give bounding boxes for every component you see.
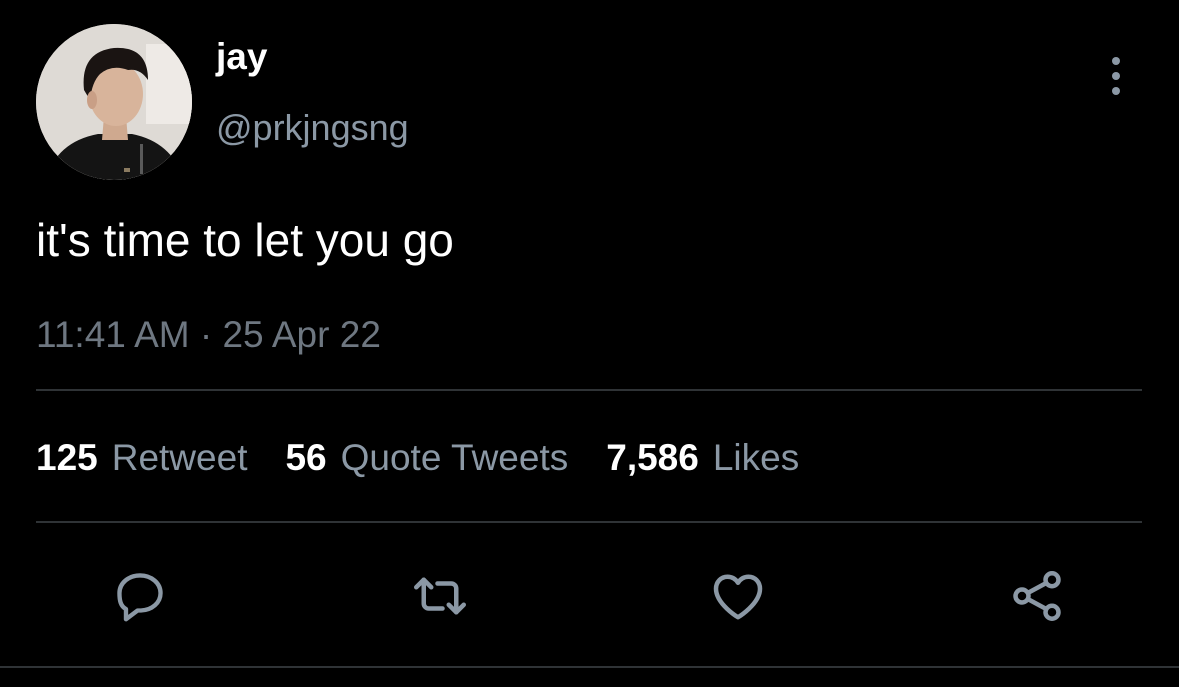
tweet-actions: [0, 566, 1179, 626]
divider: [0, 666, 1179, 668]
share-button[interactable]: [1007, 566, 1067, 626]
tweet-detail: jay @prkjngsng it's time to let you go 1…: [0, 0, 1179, 687]
stat-label: Quote Tweets: [340, 437, 569, 478]
tweet-stats: 125 Retweet 56 Quote Tweets 7,586 Likes: [36, 437, 837, 479]
divider: [36, 389, 1142, 391]
retweet-icon: [414, 577, 466, 615]
stat-count: 125: [36, 437, 98, 478]
more-vertical-icon-dot: [1112, 87, 1120, 95]
tweet-text: it's time to let you go: [36, 214, 454, 266]
avatar[interactable]: [36, 24, 192, 180]
stat-count: 7,586: [606, 437, 699, 478]
tweet-date: 25 Apr 22: [222, 314, 381, 355]
tweet-timestamp[interactable]: 11:41 AM · 25 Apr 22: [36, 314, 381, 356]
retweet-button[interactable]: [410, 566, 470, 626]
reply-icon: [117, 573, 163, 622]
meta-separator: ·: [189, 314, 223, 355]
stat-label: Likes: [712, 437, 800, 478]
stat-label: Retweet: [111, 437, 248, 478]
more-vertical-icon: [1112, 57, 1120, 65]
like-button[interactable]: [708, 566, 768, 626]
more-vertical-icon-dot: [1112, 72, 1120, 80]
heart-icon: [713, 574, 763, 620]
reply-button[interactable]: [110, 566, 170, 626]
author-handle[interactable]: @prkjngsng: [216, 110, 409, 146]
likes-count[interactable]: 7,586 Likes: [606, 437, 800, 479]
share-icon: [1013, 571, 1061, 621]
author-display-name[interactable]: jay: [216, 38, 267, 75]
more-options-button[interactable]: [1094, 54, 1138, 98]
divider: [36, 521, 1142, 523]
retweet-count[interactable]: 125 Retweet: [36, 437, 248, 479]
quote-tweets-count[interactable]: 56 Quote Tweets: [285, 437, 569, 479]
avatar-image: [36, 24, 192, 180]
stat-count: 56: [285, 437, 327, 478]
tweet-time: 11:41 AM: [36, 314, 190, 355]
